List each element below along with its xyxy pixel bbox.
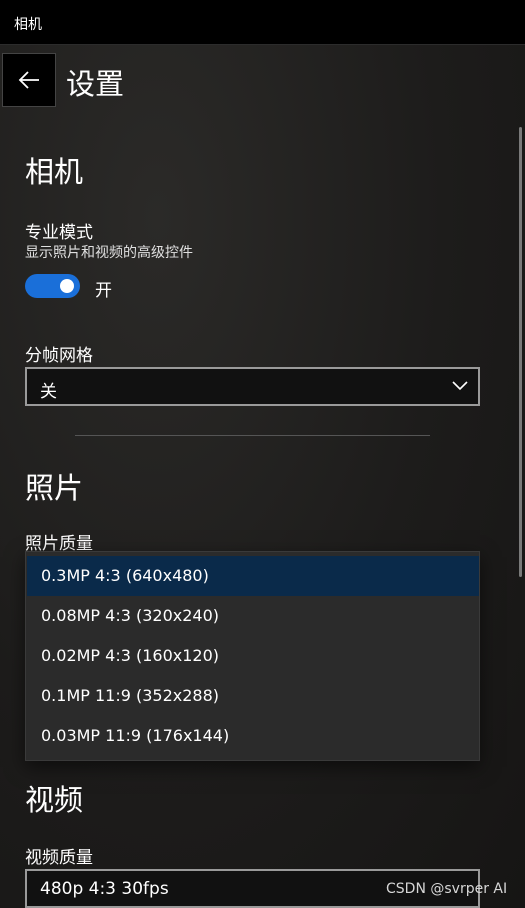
window-titlebar: 相机 xyxy=(0,0,525,45)
framing-grid-dropdown[interactable]: 关 xyxy=(25,367,480,406)
framing-grid-value: 关 xyxy=(40,382,57,402)
back-arrow-icon xyxy=(18,71,39,89)
scrollbar[interactable] xyxy=(519,127,522,577)
section-divider xyxy=(75,435,430,436)
photo-quality-option[interactable]: 0.3MP 4:3 (640x480) xyxy=(27,556,479,596)
option-label: 0.02MP 4:3 (160x120) xyxy=(41,646,220,665)
pro-mode-state: 开 xyxy=(95,281,112,301)
camera-section-title: 相机 xyxy=(25,155,84,189)
watermark-text: CSDN @svrper AI xyxy=(386,881,508,897)
photo-quality-option[interactable]: 0.1MP 11:9 (352x288) xyxy=(27,676,479,716)
option-label: 0.3MP 4:3 (640x480) xyxy=(41,566,209,585)
photo-quality-option[interactable]: 0.02MP 4:3 (160x120) xyxy=(27,636,479,676)
chevron-down-icon xyxy=(452,381,468,391)
option-label: 0.08MP 4:3 (320x240) xyxy=(41,606,220,625)
pro-mode-toggle[interactable] xyxy=(25,274,80,298)
pro-mode-description: 显示照片和视频的高级控件 xyxy=(25,245,193,261)
back-button[interactable] xyxy=(2,53,56,107)
framing-grid-label: 分帧网格 xyxy=(25,346,93,366)
app-title: 相机 xyxy=(14,17,42,33)
photo-quality-option[interactable]: 0.03MP 11:9 (176x144) xyxy=(27,716,479,756)
pro-mode-label: 专业模式 xyxy=(25,223,93,243)
video-quality-label: 视频质量 xyxy=(25,848,93,868)
video-section-title: 视频 xyxy=(25,783,84,817)
photo-quality-options-list: 0.3MP 4:3 (640x480) 0.08MP 4:3 (320x240)… xyxy=(25,551,480,761)
photo-section-title: 照片 xyxy=(25,471,84,505)
settings-page: 设置 相机 专业模式 显示照片和视频的高级控件 开 分帧网格 关 照片 照片质量… xyxy=(0,45,525,908)
page-title: 设置 xyxy=(66,67,125,101)
option-label: 0.03MP 11:9 (176x144) xyxy=(41,726,230,745)
toggle-knob xyxy=(60,279,74,293)
photo-quality-option[interactable]: 0.08MP 4:3 (320x240) xyxy=(27,596,479,636)
video-quality-value: 480p 4:3 30fps xyxy=(40,879,169,899)
option-label: 0.1MP 11:9 (352x288) xyxy=(41,686,220,705)
